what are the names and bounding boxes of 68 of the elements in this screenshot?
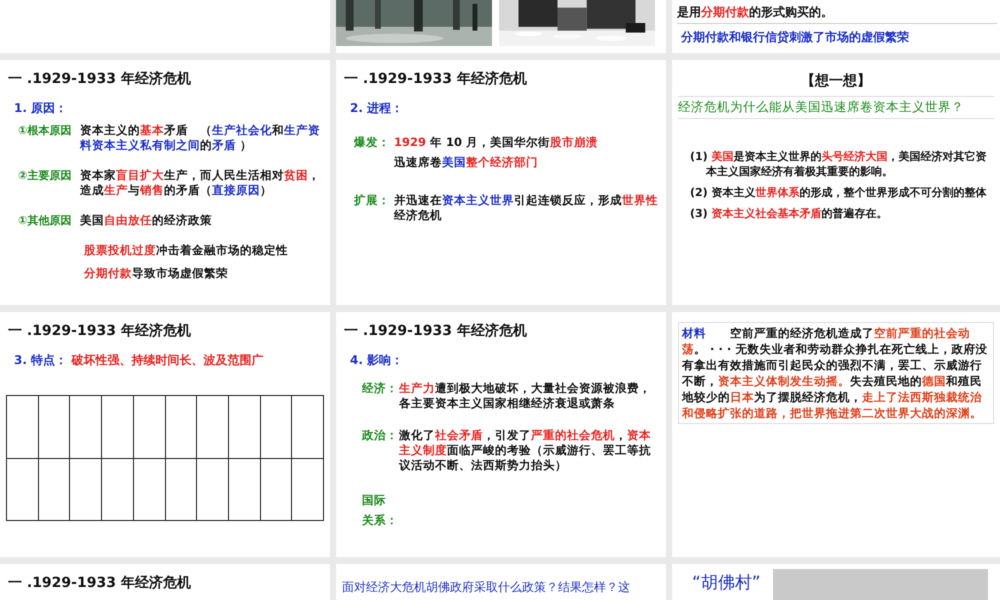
slide-thumbnail[interactable]: 一 .1929-1933 年经济危机 3. 特点： 破坏性强、持续时间长、波及范围广 [0,312,330,557]
slide-title: 一 .1929-1933 年经济危机 [344,322,528,340]
body-text: 是用分期付款的形式购买的。 [677,4,997,24]
table-cell [197,396,228,458]
row-label: 政治： [360,428,399,444]
body-text: 资本家盲目扩大生产，而人民生活相对贫困，造成生产与销售的矛盾（直接原因） [80,168,321,198]
row-label: ①其他原因 [17,213,72,229]
body-text: 生产力遭到极大地破坏，大量社会资源被浪费，各主要资本主义国家相继经济衰退或萧条 [399,381,652,411]
table-cell [166,458,196,520]
row-label: 爆发： [352,135,391,151]
table-cell [197,458,228,520]
table-cell [38,396,70,458]
row-label: 国际 [362,492,386,509]
section-heading: 2. 进程： [350,100,404,117]
slide-title: 一 .1929-1933 年经济危机 [8,322,192,340]
table-cell [7,396,38,458]
row-label: ②主要原因 [17,168,72,184]
table-cell [70,396,102,458]
body-text: 美国 自由放任的经济政策 [80,213,213,228]
row-label: ①根本原因 [17,123,72,139]
table-cell [228,396,260,458]
material-text: 材料 空前严重的经济危机造成了 空前严重的社会动荡。 · · · 无数失业者和劳动群众挣扎在死亡线上，政府没有拿出有效措施而引起民众的强烈不满，罢工、示威游行不断，资本主义体制发生动摇。失去殖民地的德国和殖民地较少的 日本为了摆脱经济危机，走上了法西斯独裁统治和侵略扩张的道路，把世界拖进第二次世界大战的深渊。 [678,322,994,424]
slide-thumbnail[interactable]: “胡佛村” [672,564,1000,600]
row-label: 经济： [360,381,398,397]
table-cell [70,458,102,520]
slide-thumbnail[interactable]: 是用分期付款的形式购买的。 分期付款和银行信贷刺激了市场的虚假繁荣 [672,0,1000,53]
row-label: 关系： [362,512,398,529]
body-text: 股票投机过度冲击着金融市场的稳定性 [84,243,289,258]
table-cell [7,458,38,520]
body-text: 迅速席卷美国整个经济部门 [394,155,539,170]
body-text: 面对经济大危机胡佛政府采取什么政策？结果怎样？这 [342,580,631,595]
body-text: 1929 年 10 月，美国华尔街股市崩溃 [394,135,600,150]
table-cell [38,458,70,520]
list-item: (2) 资本主义世界体系的形成，整个世界形成不可分割的整体 [689,185,988,200]
slide-thumbnail[interactable] [336,0,666,53]
table-cell [260,458,292,520]
section-heading: 1. 原因： [14,100,68,117]
body-text: 并迅速在资本主义世界引起连锁反应，形成世界性 经济危机 [394,193,659,223]
table-cell [102,458,133,520]
slide-thumbnail[interactable]: 一 .1929-1933 年经济危机 2. 进程： 爆发： 1929 年 10 月，美国华尔街股市崩溃 迅速席卷美国整个经济部门 扩展： 并迅速在资本主义世界引起连锁反应，形成世界性 经济危机 [336,60,666,305]
table-cell [292,458,323,520]
table-cell [134,396,164,458]
table-cell [260,396,292,458]
slide-thumbnail[interactable]: 一 .1929-1933 年经济危机 4. 影响： 经济：生产力遭到极大地破坏，大量社会资源被浪费，各主要资本主义国家相继经济衰退或萧条 政治：激化了社会矛盾，引发了严重的社会危机，资本主义制度面临严峻的考验（示威游行、罢工等抗议活动不断、法西斯势力抬头） 国际 关系： [336,312,666,557]
table-cell [228,458,260,520]
slide-title: 一 .1929-1933 年经济危机 [8,70,192,88]
body-text: 激化了社会矛盾，引发了严重的社会危机，资本主义制度面临严峻的考验（示威游行、罢工等抗议活动不断、法西斯势力抬头） [399,428,652,473]
list-item: (1) 美国是资本主义世界的头号经济大国，美国经济对其它资本主义国家经济有着极其重要的影响。 [689,149,988,179]
table-cell [134,458,164,520]
body-text: 分期付款导致市场虚假繁荣 [84,266,229,281]
table-cell [166,396,196,458]
row-label: 扩展： [352,193,391,209]
body-text: 资本主义的基本矛盾 （生产社会化和生产资料资本主义私有制之间的矛盾 ） [80,123,321,153]
table-cell [102,396,133,458]
slide-thumbnail[interactable]: 材料 空前严重的经济危机造成了 空前严重的社会动荡。 · · · 无数失业者和劳动群众挣扎在死亡线上，政府没有拿出有效措施而引起民众的强烈不满，罢工、示威游行不断，资本主义体制发生动摇。失去殖民地的德国和殖民地较少的 日本为了摆脱经济危机，走上了法西斯独裁统治和侵略扩张的道路，把世界拖进第二次世界大战的深渊。 [672,312,1000,557]
slide-title: 一 .1929-1933 年经济危机 [8,574,192,592]
slide-title: 一 .1929-1933 年经济危机 [344,70,528,88]
slide-thumbnail[interactable]: 一 .1929-1933 年经济危机 1. 原因： ①根本原因 资本主义的基本矛盾 （生产社会化和生产资料资本主义私有制之间的矛盾 ） ②主要原因 资本家盲目扩大生产，而人民生活相对贫困，造成生产与销售的矛盾（直接原因） ①其他原因 美国 自由放任的经济政策 股票投机过度冲击着金融市场的稳定性 分期付款导致市场虚假繁荣 [0,60,330,305]
list-item: (3) 资本主义社会基本矛盾的普遍存在。 [689,206,889,221]
section-heading: 3. 特点： 破坏性强、持续时间长、波及范围广 [14,352,264,369]
slide-title: 【想一想】 [800,72,872,90]
slide-thumbnail[interactable]: 面对经济大危机胡佛政府采取什么政策？结果怎样？这 [336,564,666,600]
section-heading: 4. 影响： [350,352,404,369]
slide-thumbnail[interactable]: 一 .1929-1933 年经济危机 [0,564,330,600]
table-cell [292,396,323,458]
question-text: 经济危机为什么能从美国迅速席卷资本主义世界？ [678,96,994,119]
body-text: 分期付款和银行信贷刺激了市场的虚假繁荣 [681,30,910,45]
slide-thumbnail[interactable]: 【想一想】 经济危机为什么能从美国迅速席卷资本主义世界？ (1) 美国是资本主义世界的头号经济大国，美国经济对其它资本主义国家经济有着极其重要的影响。 (2) 资本主义世界体系的形成，整个世界形成不可分割的整体 (3) 资本主义社会基本矛盾的普遍存在。 [672,60,1000,305]
